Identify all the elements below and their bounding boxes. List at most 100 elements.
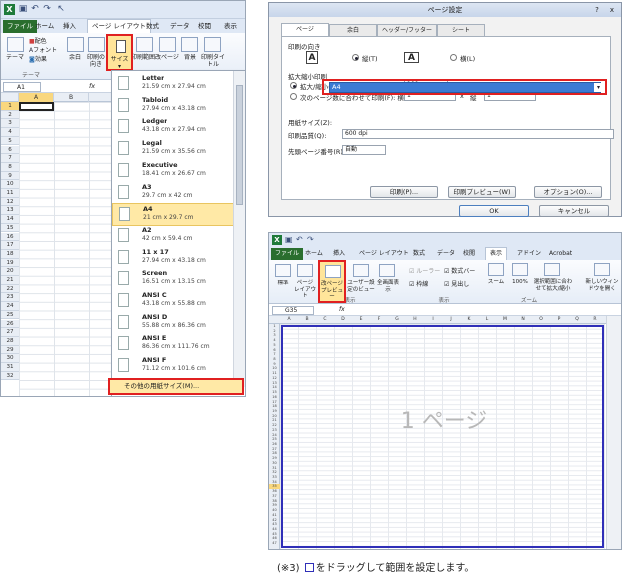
tab-review[interactable]: 校閲: [459, 248, 479, 260]
print-button[interactable]: 印刷(P)...: [370, 186, 438, 198]
orientation-icon[interactable]: [88, 37, 105, 52]
row-header[interactable]: 9: [1, 171, 19, 181]
column-header[interactable]: N: [514, 316, 532, 324]
row-header[interactable]: 13: [1, 206, 19, 216]
row-header[interactable]: 11: [1, 189, 19, 198]
row-header[interactable]: 30: [1, 354, 19, 363]
cancel-button[interactable]: キャンセル: [539, 205, 609, 217]
normal-view-icon[interactable]: [275, 264, 291, 277]
fullscreen-icon[interactable]: [379, 264, 395, 277]
select-all-corner[interactable]: [1, 93, 19, 102]
tab-data[interactable]: データ: [433, 248, 459, 260]
tab-view[interactable]: 表示: [485, 247, 508, 260]
row-header[interactable]: 24: [1, 302, 19, 311]
redo-icon[interactable]: ↷: [42, 4, 52, 15]
tab-acrobat[interactable]: Acrobat: [545, 248, 576, 260]
formula-bar-checkbox[interactable]: ☑ 数式バー: [444, 266, 475, 275]
custom-view-icon[interactable]: [353, 264, 369, 277]
paper-size-item[interactable]: Tabloid 27.94 cm x 43.18 cm: [112, 95, 235, 118]
row-header[interactable]: 7: [1, 154, 19, 163]
close-icon[interactable]: x: [606, 5, 618, 15]
save-icon[interactable]: ▣: [18, 4, 28, 15]
column-header[interactable]: Q: [568, 316, 586, 324]
tab-data[interactable]: データ: [166, 20, 194, 33]
help-icon[interactable]: ?: [591, 5, 603, 15]
more-paper-sizes-button[interactable]: その他の用紙サイズ(M)...: [108, 378, 244, 395]
column-header[interactable]: K: [460, 316, 478, 324]
column-header-b[interactable]: B: [54, 93, 89, 102]
column-header[interactable]: J: [442, 316, 460, 324]
column-header-a[interactable]: A: [19, 93, 54, 102]
fonts-button[interactable]: Aフォント: [29, 45, 57, 54]
tab-view[interactable]: 表示: [220, 20, 241, 33]
first-page-input[interactable]: 自動: [342, 145, 386, 155]
row-header[interactable]: 47: [269, 541, 280, 546]
row-header[interactable]: 16: [1, 232, 19, 242]
print-area-icon[interactable]: [136, 37, 153, 52]
zoom-icon[interactable]: [488, 263, 504, 276]
tab-home[interactable]: ホーム: [301, 248, 327, 260]
row-header[interactable]: 26: [1, 319, 19, 329]
tab-home[interactable]: ホーム: [31, 20, 58, 33]
row-header[interactable]: 4: [1, 128, 19, 137]
row-header[interactable]: 32: [1, 371, 19, 381]
colors-button[interactable]: ■配色: [29, 36, 47, 45]
new-window-icon[interactable]: [594, 263, 610, 276]
vertical-scrollbar[interactable]: [606, 316, 621, 549]
row-header[interactable]: 1: [1, 102, 19, 111]
column-header[interactable]: O: [532, 316, 550, 324]
ruler-checkbox[interactable]: ☑ ルーラー: [409, 266, 440, 275]
redo-icon[interactable]: ↷: [307, 235, 314, 244]
name-box[interactable]: G35: [272, 306, 314, 315]
cell-grid[interactable]: [19, 102, 111, 396]
zoom-100-icon[interactable]: [512, 263, 528, 276]
column-header[interactable]: I: [424, 316, 442, 324]
size-button[interactable]: サイズ ▾: [106, 34, 133, 71]
paper-size-item[interactable]: Letter 21.59 cm x 27.94 cm: [112, 73, 235, 96]
ok-button[interactable]: OK: [459, 205, 529, 217]
print-area-border[interactable]: [281, 325, 604, 548]
column-header[interactable]: B: [298, 316, 316, 324]
undo-icon[interactable]: ↶: [296, 235, 303, 244]
row-header[interactable]: 29: [1, 345, 19, 355]
column-header[interactable]: E: [352, 316, 370, 324]
tab-addins[interactable]: アドイン: [513, 248, 545, 260]
column-header[interactable]: R: [586, 316, 604, 324]
paper-size-item[interactable]: ANSI E 86.36 cm x 111.76 cm: [112, 333, 235, 356]
print-quality-select[interactable]: 600 dpi: [342, 129, 614, 139]
row-header[interactable]: 8: [1, 162, 19, 172]
page-layout-view-icon[interactable]: [297, 264, 313, 277]
tab-review[interactable]: 校閲: [194, 20, 215, 33]
name-box[interactable]: A1: [3, 82, 41, 92]
column-header[interactable]: G: [388, 316, 406, 324]
row-header[interactable]: 2: [1, 110, 19, 120]
paper-size-item[interactable]: A2 42 cm x 59.4 cm: [112, 225, 235, 248]
portrait-radio[interactable]: [352, 54, 359, 61]
landscape-radio[interactable]: [450, 54, 457, 61]
column-header[interactable]: A: [280, 316, 298, 324]
cursor-icon[interactable]: ↖: [56, 4, 66, 15]
paper-size-item[interactable]: A4 21 cm x 29.7 cm: [112, 203, 235, 227]
theme-icon[interactable]: [7, 37, 24, 52]
headings-checkbox[interactable]: ☑ 見出し: [444, 279, 469, 288]
row-header[interactable]: 10: [1, 180, 19, 189]
row-header[interactable]: 22: [1, 284, 19, 294]
column-header[interactable]: D: [334, 316, 352, 324]
row-header[interactable]: 6: [1, 145, 19, 155]
tab-formulas[interactable]: 数式: [142, 20, 163, 33]
dropdown-scrollbar[interactable]: [233, 71, 245, 387]
paper-size-item[interactable]: ANSI D 55.88 cm x 86.36 cm: [112, 312, 235, 335]
undo-icon[interactable]: ↶: [30, 4, 40, 15]
row-header[interactable]: 27: [1, 328, 19, 337]
row-header[interactable]: 12: [1, 197, 19, 207]
gridlines-checkbox[interactable]: ☑ 枠線: [409, 279, 428, 288]
row-header[interactable]: 21: [1, 276, 19, 285]
background-icon[interactable]: [181, 37, 198, 52]
row-header[interactable]: 28: [1, 336, 19, 346]
row-header[interactable]: 5: [1, 136, 19, 146]
column-header[interactable]: P: [550, 316, 568, 324]
tab-page[interactable]: ページ: [281, 23, 329, 37]
row-header[interactable]: 20: [1, 267, 19, 276]
paper-size-item[interactable]: 11 x 17 27.94 cm x 43.18 cm: [112, 247, 235, 270]
zoom-radio[interactable]: [290, 82, 297, 89]
